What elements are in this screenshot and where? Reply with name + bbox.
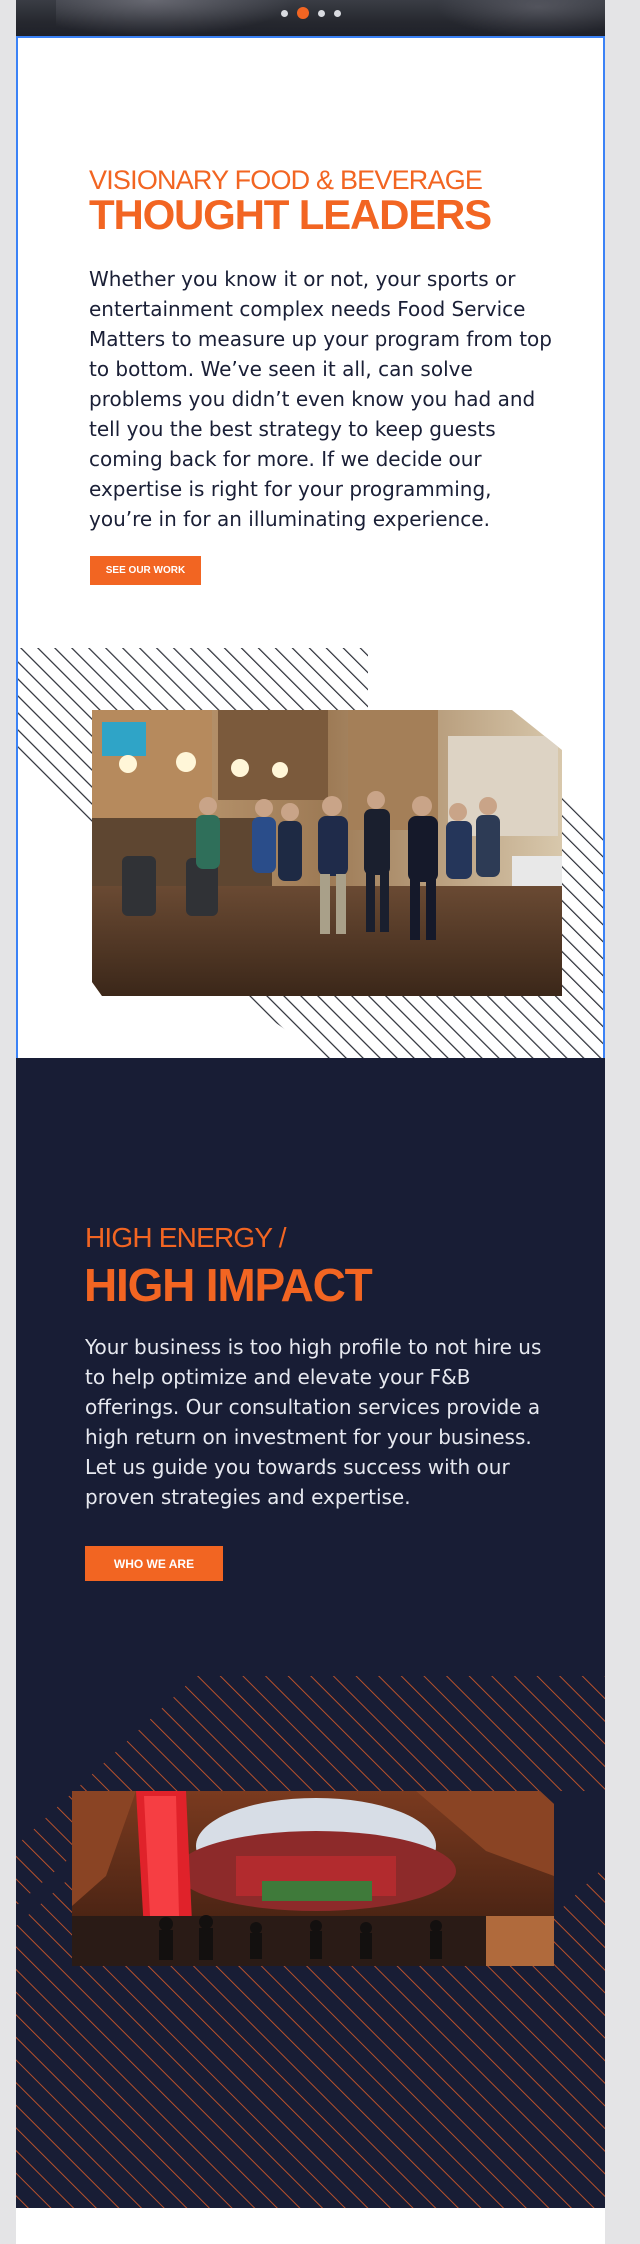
slider-dot-3[interactable] — [317, 9, 325, 17]
section-body-text: Your business is too high profile to not… — [85, 1335, 542, 1509]
section-headline: THOUGHT LEADERS — [89, 191, 492, 238]
see-our-work-button[interactable]: SEE OUR WORK — [90, 556, 201, 585]
slider-dot-2-active[interactable] — [296, 7, 309, 19]
restaurant-photo-block — [18, 646, 603, 1060]
slider-dots — [16, 7, 605, 19]
slider-dot-4[interactable] — [333, 9, 341, 17]
thought-leaders-section: VISIONARY FOOD & BEVERAGE THOUGHT LEADER… — [16, 36, 605, 1060]
who-we-are-button[interactable]: WHO WE ARE — [85, 1546, 223, 1581]
stadium-photo — [16, 1676, 605, 2208]
section-eyebrow: HIGH ENERGY / — [85, 1222, 286, 1253]
hero-slider-bottom — [16, 0, 605, 36]
section-headline: HIGH IMPACT — [84, 1259, 373, 1311]
high-impact-section: HIGH ENERGY / HIGH IMPACT Your business … — [16, 1058, 605, 2208]
stadium-photo-block — [16, 1676, 605, 2208]
slider-dot-1[interactable] — [280, 9, 288, 17]
section-body-text: Whether you know it or not, your sports … — [89, 267, 552, 531]
next-section-start — [16, 2208, 605, 2244]
restaurant-photo — [18, 648, 603, 1060]
